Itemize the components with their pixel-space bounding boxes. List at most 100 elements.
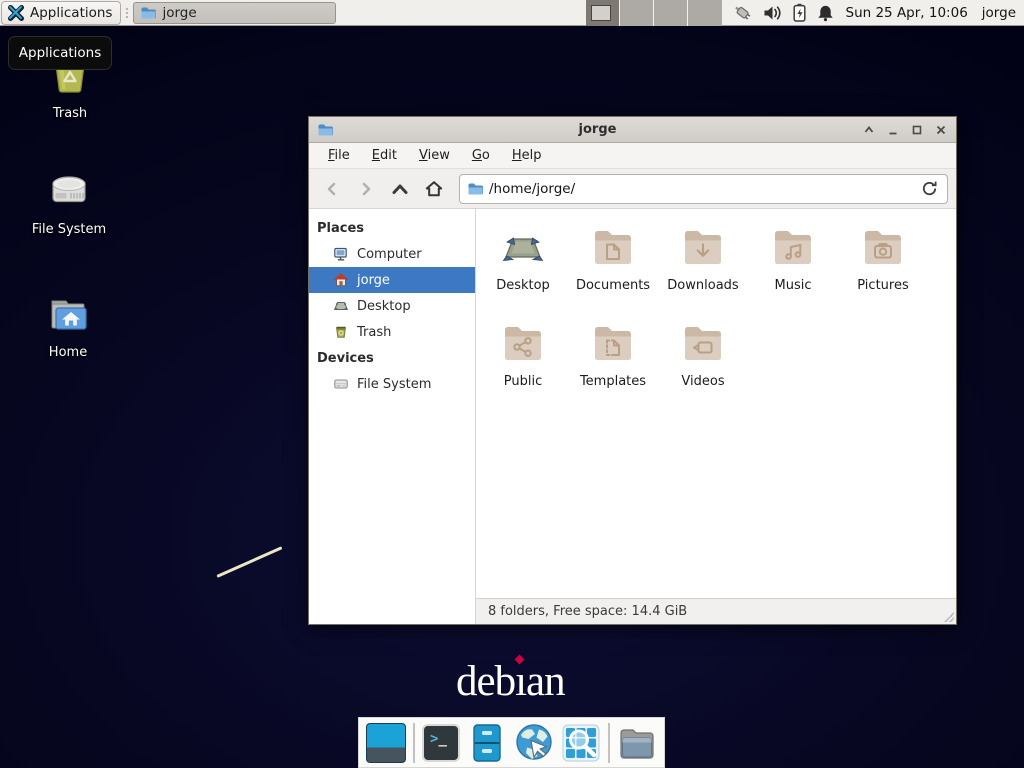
folder-label: Public — [504, 374, 542, 389]
public-folder-icon — [499, 319, 547, 367]
show-desktop-icon — [366, 723, 406, 763]
folder-item-public[interactable]: Public — [478, 317, 568, 413]
sidebar-item-file-system[interactable]: File System — [309, 371, 475, 397]
back-button[interactable] — [317, 174, 347, 204]
workspace-3[interactable] — [654, 0, 688, 26]
music-folder-icon — [769, 223, 817, 271]
web-browser-launcher[interactable] — [514, 723, 554, 763]
file-view: Desktop Documents — [476, 209, 956, 598]
web-browser-globe-icon — [514, 723, 554, 763]
directory-launcher[interactable] — [617, 723, 657, 763]
sidebar: Places Computer jorge — [309, 209, 476, 624]
folder-item-music[interactable]: Music — [748, 221, 838, 317]
sidebar-item-trash[interactable]: Trash — [309, 319, 475, 345]
app-finder-launcher[interactable] — [561, 723, 601, 763]
home-icon — [424, 179, 444, 199]
videos-folder-icon — [679, 319, 727, 367]
terminal-icon: >_ — [422, 724, 460, 762]
sidebar-item-jorge[interactable]: jorge — [309, 267, 475, 293]
file-manager-launcher[interactable] — [467, 723, 507, 763]
close-button[interactable] — [934, 123, 948, 137]
menu-go[interactable]: Go — [463, 145, 499, 166]
cursor-line-artifact — [216, 546, 282, 578]
notifications-icon[interactable] — [817, 4, 834, 22]
workspace-window-preview — [591, 5, 611, 21]
folder-icon — [617, 723, 657, 763]
sidebar-item-label: jorge — [357, 273, 390, 288]
desktop-icon-file-system[interactable]: File System — [14, 168, 124, 237]
folder-label: Music — [775, 278, 812, 293]
chevron-right-icon — [357, 180, 375, 198]
workspace-2[interactable] — [620, 0, 654, 26]
hard-drive-icon — [43, 168, 95, 216]
applications-menu-label: Applications — [30, 5, 112, 21]
up-button[interactable] — [385, 174, 415, 204]
folder-item-downloads[interactable]: Downloads — [658, 221, 748, 317]
reload-button[interactable] — [918, 178, 940, 200]
sidebar-item-label: Trash — [357, 325, 391, 340]
dock: >_ — [358, 717, 665, 768]
pictures-folder-icon — [859, 223, 907, 271]
minimize-button[interactable] — [886, 123, 900, 137]
applications-menu-button[interactable]: Applications — [1, 1, 121, 25]
folder-icon — [467, 181, 483, 197]
maximize-button[interactable] — [910, 123, 924, 137]
desktop: Applications jorge — [0, 0, 1024, 768]
file-cabinet-icon — [467, 723, 507, 763]
home-button[interactable] — [419, 174, 449, 204]
resize-grip[interactable] — [944, 612, 954, 622]
folder-label: Documents — [576, 278, 650, 293]
desktop-special-icon — [499, 223, 547, 271]
workspace-4[interactable] — [688, 0, 722, 26]
menu-edit[interactable]: Edit — [363, 145, 406, 166]
refresh-icon — [921, 180, 938, 197]
status-bar: 8 folders, Free space: 14.4 GiB — [476, 598, 956, 624]
dock-separator — [608, 723, 610, 763]
desktop-icon-home[interactable]: Home — [13, 291, 123, 360]
folder-item-pictures[interactable]: Pictures — [838, 221, 928, 317]
sidebar-item-label: Computer — [357, 247, 422, 262]
window-titlebar[interactable]: jorge — [309, 117, 956, 143]
folder-label: Desktop — [496, 278, 550, 293]
menu-file[interactable]: File — [319, 145, 359, 166]
network-icon[interactable] — [732, 3, 754, 23]
battery-charging-icon[interactable] — [791, 3, 808, 22]
taskbar-window-button[interactable]: jorge — [133, 2, 336, 24]
sidebar-places-header: Places — [309, 215, 475, 241]
panel-clock[interactable]: Sun 25 Apr, 10:06 — [846, 5, 968, 21]
menu-view[interactable]: View — [410, 145, 459, 166]
sidebar-item-computer[interactable]: Computer — [309, 241, 475, 267]
terminal-launcher[interactable]: >_ — [422, 723, 460, 763]
templates-folder-icon — [589, 319, 637, 367]
forward-button[interactable] — [351, 174, 381, 204]
folder-icon — [140, 5, 156, 21]
debian-logo-text: deb — [456, 658, 515, 705]
taskbar-window-label: jorge — [162, 5, 196, 21]
tooltip-text: Applications — [19, 45, 101, 61]
desktop-icon — [333, 298, 349, 314]
folder-label: Downloads — [667, 278, 738, 293]
sidebar-item-label: File System — [357, 377, 431, 392]
folder-item-desktop[interactable]: Desktop — [478, 221, 568, 317]
volume-icon[interactable] — [763, 4, 782, 22]
folder-label: Pictures — [857, 278, 908, 293]
workspace-1[interactable] — [586, 0, 620, 26]
menu-help[interactable]: Help — [503, 145, 551, 166]
panel-username[interactable]: jorge — [982, 5, 1016, 21]
shade-button[interactable] — [862, 123, 876, 137]
sidebar-item-desktop[interactable]: Desktop — [309, 293, 475, 319]
show-desktop-button[interactable] — [366, 723, 406, 763]
desktop-icon-file-system-label: File System — [32, 222, 106, 237]
downloads-folder-icon — [679, 223, 727, 271]
window-title: jorge — [333, 122, 862, 137]
address-input[interactable] — [489, 181, 912, 197]
folder-item-documents[interactable]: Documents — [568, 221, 658, 317]
path-bar — [459, 174, 948, 204]
taskbar-grip[interactable] — [123, 4, 131, 22]
folder-item-videos[interactable]: Videos — [658, 317, 748, 413]
menu-bar: File Edit View Go Help — [309, 143, 956, 169]
top-panel: Applications jorge — [0, 0, 1024, 26]
xfce-logo-icon — [7, 4, 25, 22]
toolbar — [309, 169, 956, 209]
folder-item-templates[interactable]: Templates — [568, 317, 658, 413]
